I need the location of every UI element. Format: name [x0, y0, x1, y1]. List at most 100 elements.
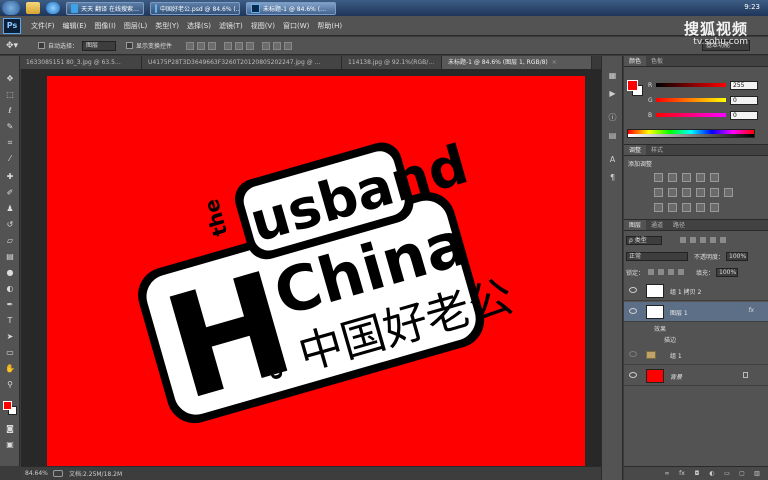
channel-slider[interactable]: [656, 83, 726, 87]
channel-slider[interactable]: [656, 98, 726, 102]
adjustment-layer-icon[interactable]: ◐: [708, 470, 716, 478]
link-icon[interactable]: ∞: [663, 470, 671, 478]
distribute-icon[interactable]: [284, 41, 293, 50]
layer-row[interactable]: 背景: [624, 366, 768, 386]
start-button[interactable]: [2, 1, 20, 15]
black-white-icon[interactable]: [682, 188, 691, 197]
eyedropper-tool-icon[interactable]: ⁄: [5, 154, 15, 164]
screen-mode-icon[interactable]: ▣: [5, 440, 15, 450]
layer-row[interactable]: 组 1: [624, 345, 768, 365]
layer-row[interactable]: 组 1 拷贝 2: [624, 281, 768, 301]
mask-icon[interactable]: ◘: [693, 470, 701, 478]
fx-icon[interactable]: fx: [678, 470, 686, 478]
tab-swatches[interactable]: 色板: [646, 56, 668, 66]
character-icon[interactable]: A: [607, 154, 618, 165]
menu-image[interactable]: 图像(I): [94, 21, 116, 31]
tab-channels[interactable]: 通道: [646, 220, 668, 230]
eraser-tool-icon[interactable]: ▱: [5, 236, 15, 246]
new-layer-icon[interactable]: ▢: [738, 470, 746, 478]
quick-select-tool-icon[interactable]: ✎: [5, 122, 15, 132]
type-tool-icon[interactable]: T: [5, 316, 15, 326]
eye-icon[interactable]: [629, 287, 637, 293]
doc-tab[interactable]: 1633085151 80_3.jpg @ 63.5…: [20, 56, 142, 69]
tab-paths[interactable]: 路径: [668, 220, 690, 230]
lock-transparent-icon[interactable]: [648, 269, 655, 275]
shape-tool-icon[interactable]: ▭: [5, 348, 15, 358]
eye-icon[interactable]: [629, 351, 637, 357]
move-tool-icon[interactable]: ✥▾: [6, 39, 28, 53]
history-icon[interactable]: ▦: [607, 70, 618, 81]
menu-help[interactable]: 帮助(H): [317, 21, 342, 31]
taskbar-task-qq[interactable]: 天天 翻译 在线搜索…: [66, 1, 144, 15]
tab-layers[interactable]: 图层: [624, 220, 647, 230]
menu-window[interactable]: 窗口(W): [283, 21, 309, 31]
filter-adjust-icon[interactable]: [690, 237, 696, 243]
show-transform-checkbox[interactable]: [126, 42, 134, 49]
levels-icon[interactable]: [668, 173, 677, 182]
menu-filter[interactable]: 滤镜(T): [219, 21, 243, 31]
eye-icon[interactable]: [629, 308, 637, 314]
align-top-icon[interactable]: [186, 41, 195, 50]
taskbar-task-ps-1[interactable]: 中国好老公.psd @ 84.6% (…: [150, 1, 240, 15]
align-bottom-icon[interactable]: [208, 41, 217, 50]
hand-tool-icon[interactable]: ✋: [5, 364, 15, 374]
lasso-tool-icon[interactable]: ℓ: [5, 106, 15, 116]
layer-filter-dropdown[interactable]: ρ 类型: [626, 235, 662, 245]
fill-field[interactable]: 100%: [716, 267, 739, 277]
layer-row-selected[interactable]: 图层 1 fx: [624, 302, 768, 322]
brush-presets-icon[interactable]: ▤: [607, 130, 618, 141]
pen-tool-icon[interactable]: ✒: [5, 300, 15, 310]
filter-shape-icon[interactable]: [710, 237, 716, 243]
properties-icon[interactable]: ⓘ: [607, 112, 618, 123]
eye-icon[interactable]: [629, 372, 637, 378]
stroke-effect-label[interactable]: 描边: [664, 335, 676, 344]
channel-value[interactable]: 0: [730, 95, 758, 105]
color-lookup-icon[interactable]: [724, 188, 733, 197]
brush-tool-icon[interactable]: ✐: [5, 188, 15, 198]
taskbar-task-ps-2[interactable]: 未标题-1 @ 84.6% (…: [246, 1, 336, 15]
curves-icon[interactable]: [682, 173, 691, 182]
filter-type-icon[interactable]: [700, 237, 706, 243]
brightness-icon[interactable]: [654, 173, 663, 182]
align-right-icon[interactable]: [246, 41, 255, 50]
healing-tool-icon[interactable]: ✚: [5, 172, 15, 182]
status-toggle-icon[interactable]: [53, 470, 63, 477]
invert-icon[interactable]: [654, 203, 663, 212]
tab-styles[interactable]: 样式: [646, 145, 668, 155]
channel-slider[interactable]: [656, 113, 726, 117]
tab-color[interactable]: 颜色: [624, 56, 647, 66]
tab-adjustments[interactable]: 调整: [624, 145, 647, 155]
menu-edit[interactable]: 编辑(E): [63, 21, 87, 31]
menu-type[interactable]: 类型(Y): [155, 21, 179, 31]
close-icon[interactable]: ×: [552, 59, 557, 66]
channel-mixer-icon[interactable]: [710, 188, 719, 197]
stamp-tool-icon[interactable]: ♟: [5, 204, 15, 214]
posterize-icon[interactable]: [668, 203, 677, 212]
color-spectrum[interactable]: [627, 129, 755, 138]
align-middle-icon[interactable]: [197, 41, 206, 50]
zoom-level[interactable]: 84.64%: [25, 470, 53, 477]
dodge-tool-icon[interactable]: ◐: [5, 284, 15, 294]
trash-icon[interactable]: ▥: [753, 470, 761, 478]
vibrance-icon[interactable]: [710, 173, 719, 182]
menu-file[interactable]: 文件(F): [31, 21, 55, 31]
blur-tool-icon[interactable]: ●: [5, 268, 15, 278]
foreground-color-swatch[interactable]: [3, 401, 12, 410]
quick-mask-icon[interactable]: ◙: [5, 424, 15, 434]
doc-tab[interactable]: 114138.jpg @ 92.1%(RGB/…: [342, 56, 442, 69]
channel-value[interactable]: 255: [730, 80, 758, 90]
document-canvas[interactable]: H the usband of China 中国好老公: [47, 76, 585, 466]
lock-pixels-icon[interactable]: [658, 269, 665, 275]
gradient-map-icon[interactable]: [696, 203, 705, 212]
blend-mode-dropdown[interactable]: 正常: [626, 251, 688, 261]
actions-icon[interactable]: ▶: [607, 88, 618, 99]
selective-color-icon[interactable]: [710, 203, 719, 212]
path-select-tool-icon[interactable]: ➤: [5, 332, 15, 342]
channel-value[interactable]: 0: [730, 110, 758, 120]
move-tool-icon[interactable]: ✥: [5, 74, 15, 84]
marquee-tool-icon[interactable]: ⬚: [5, 90, 15, 100]
foreground-color-swatch[interactable]: [627, 80, 638, 91]
exposure-icon[interactable]: [696, 173, 705, 182]
align-center-icon[interactable]: [235, 41, 244, 50]
align-left-icon[interactable]: [224, 41, 233, 50]
